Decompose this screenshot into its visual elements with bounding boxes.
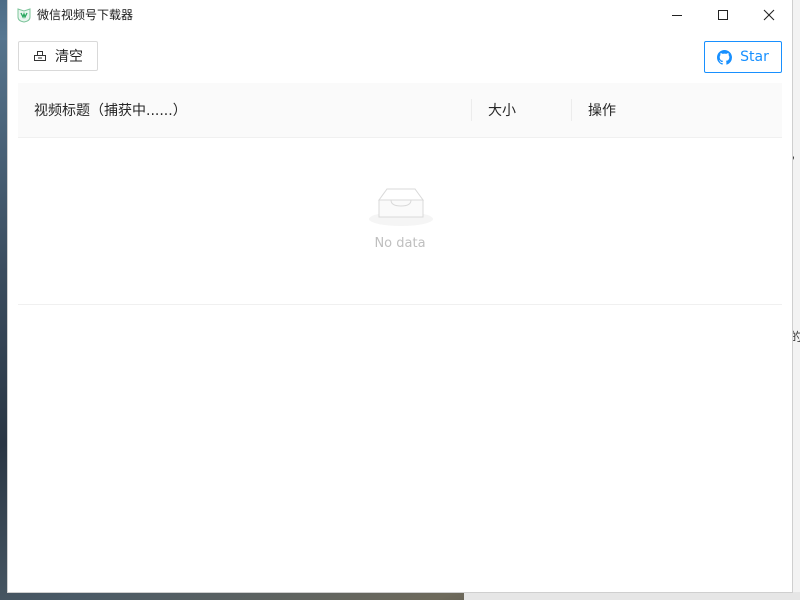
table-header: 视频标题（捕获中......） 大小 操作	[18, 83, 782, 138]
table-empty-state: No data	[18, 138, 782, 305]
clear-icon	[33, 49, 47, 63]
maximize-button[interactable]	[700, 0, 746, 31]
column-header-action[interactable]: 操作	[588, 83, 616, 137]
close-button[interactable]	[746, 0, 792, 31]
empty-inbox-icon	[369, 186, 433, 227]
github-icon	[717, 49, 733, 65]
clear-button[interactable]: 清空	[18, 41, 98, 71]
github-star-button[interactable]: Star	[704, 41, 782, 73]
maximize-icon	[717, 6, 729, 25]
star-button-label: Star	[740, 49, 769, 65]
wechat-channels-icon	[17, 8, 31, 23]
minimize-icon	[671, 6, 683, 25]
app-window: 微信视频号下载器 清空 Star 视频标题（捕获中......） 大小 操作 N…	[8, 0, 792, 592]
minimize-button[interactable]	[654, 0, 700, 31]
column-header-title[interactable]: 视频标题（捕获中......）	[34, 83, 187, 137]
video-table: 视频标题（捕获中......） 大小 操作 No data	[18, 83, 782, 305]
empty-state-text: No data	[374, 236, 426, 251]
window-title: 微信视频号下载器	[37, 8, 134, 22]
clear-button-label: 清空	[55, 49, 83, 65]
background-window-edge	[792, 0, 800, 600]
column-divider	[471, 99, 472, 121]
title-bar[interactable]: 微信视频号下载器	[8, 0, 792, 31]
column-header-size[interactable]: 大小	[488, 83, 516, 137]
column-divider	[571, 99, 572, 121]
close-icon	[763, 6, 775, 25]
background-taskbar-fragment	[464, 592, 800, 600]
